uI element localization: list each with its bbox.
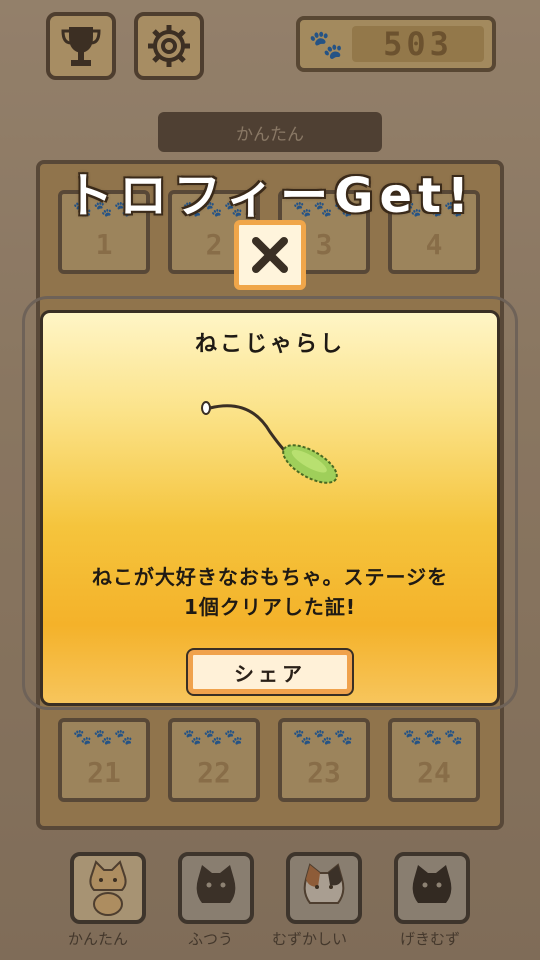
close-button[interactable] bbox=[234, 220, 306, 290]
trophy-card bbox=[40, 310, 500, 706]
cat-teaser-toy-icon bbox=[201, 401, 338, 484]
trophy-item-name: ねこじゃらし bbox=[194, 332, 345, 357]
description-line-1: ねこが大好きなおもちゃ。ステージを bbox=[91, 565, 449, 589]
close-icon bbox=[252, 237, 288, 273]
trophy-get-title: トロフィーGet! bbox=[65, 168, 475, 224]
description-line-2: 1個クリアした証! bbox=[183, 595, 357, 619]
share-button[interactable]: シェア bbox=[186, 648, 354, 696]
trophy-description: ねこが大好きなおもちゃ。ステージを 1個クリアした証! bbox=[40, 562, 500, 622]
